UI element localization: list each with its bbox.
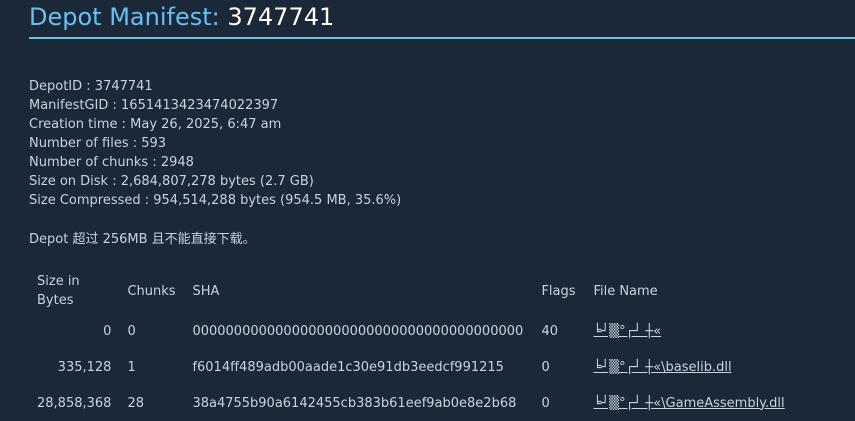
- info-number-of-chunks: Number of chunks : 2948: [29, 155, 194, 170]
- manifest-info: DepotID : 3747741 ManifestGID : 16514134…: [29, 77, 401, 210]
- file-name-link[interactable]: ╘┘▒°┌┘ ┼«\baselib.dll: [593, 360, 731, 375]
- info-size-compressed: Size Compressed : 954,514,288 bytes (954…: [29, 193, 402, 208]
- cell-chunks: 28: [127, 395, 144, 411]
- info-depot-id: DepotID : 3747741: [29, 79, 153, 94]
- cell-chunks: 0: [127, 323, 136, 339]
- cell-file-name: ╘┘▒°┌┘ ┼«\GameAssembly.dll: [585, 385, 831, 421]
- col-header-chunks[interactable]: Chunks: [119, 269, 184, 313]
- table-row: 0 0 000000000000000000000000000000000000…: [29, 313, 831, 349]
- cell-file-name: ╘┘▒°┌┘ ┼«: [585, 313, 831, 349]
- cell-size: 0: [103, 323, 112, 339]
- table-row: 335,128 1 f6014ff489adb00aade1c30e91db3e…: [29, 349, 831, 385]
- cell-size: 335,128: [57, 359, 112, 375]
- cell-flags: 0: [541, 395, 550, 411]
- table-row: 28,858,368 28 38a4755b90a6142455cb383b61…: [29, 385, 831, 421]
- cell-size: 28,858,368: [37, 395, 112, 411]
- table-header-row: Size in Bytes Chunks SHA Flags File Name: [29, 269, 831, 313]
- info-creation-time: Creation time : May 26, 2025, 6:47 am: [29, 117, 282, 132]
- download-notice: Depot 超过 256MB 且不能直接下载。: [29, 232, 256, 247]
- file-name-link[interactable]: ╘┘▒°┌┘ ┼«\GameAssembly.dll: [593, 396, 784, 411]
- page-title-label: Depot Manifest:: [29, 3, 220, 31]
- cell-file-name: ╘┘▒°┌┘ ┼«\baselib.dll: [585, 349, 831, 385]
- info-number-of-files: Number of files : 593: [29, 136, 167, 151]
- page-title-id: 3747741: [227, 3, 335, 31]
- title-divider: [29, 37, 855, 39]
- cell-chunks: 1: [127, 359, 136, 375]
- cell-sha: 38a4755b90a6142455cb383b61eef9ab0e8e2b68: [192, 395, 517, 411]
- col-header-sha[interactable]: SHA: [184, 269, 533, 313]
- cell-flags: 40: [541, 323, 558, 339]
- col-header-file-name[interactable]: File Name: [585, 269, 831, 313]
- page-title: Depot Manifest: 3747741: [29, 1, 334, 33]
- info-manifest-gid: ManifestGID : 1651413423474022397: [29, 98, 279, 113]
- cell-sha: f6014ff489adb00aade1c30e91db3eedcf991215: [192, 359, 504, 375]
- file-name-link[interactable]: ╘┘▒°┌┘ ┼«: [593, 324, 661, 339]
- col-header-flags[interactable]: Flags: [533, 269, 585, 313]
- cell-flags: 0: [541, 359, 550, 375]
- cell-sha: 0000000000000000000000000000000000000000: [192, 323, 524, 339]
- info-size-on-disk: Size on Disk : 2,684,807,278 bytes (2.7 …: [29, 174, 314, 189]
- col-header-size[interactable]: Size in Bytes: [29, 269, 119, 313]
- files-table: Size in Bytes Chunks SHA Flags File Name…: [29, 269, 831, 421]
